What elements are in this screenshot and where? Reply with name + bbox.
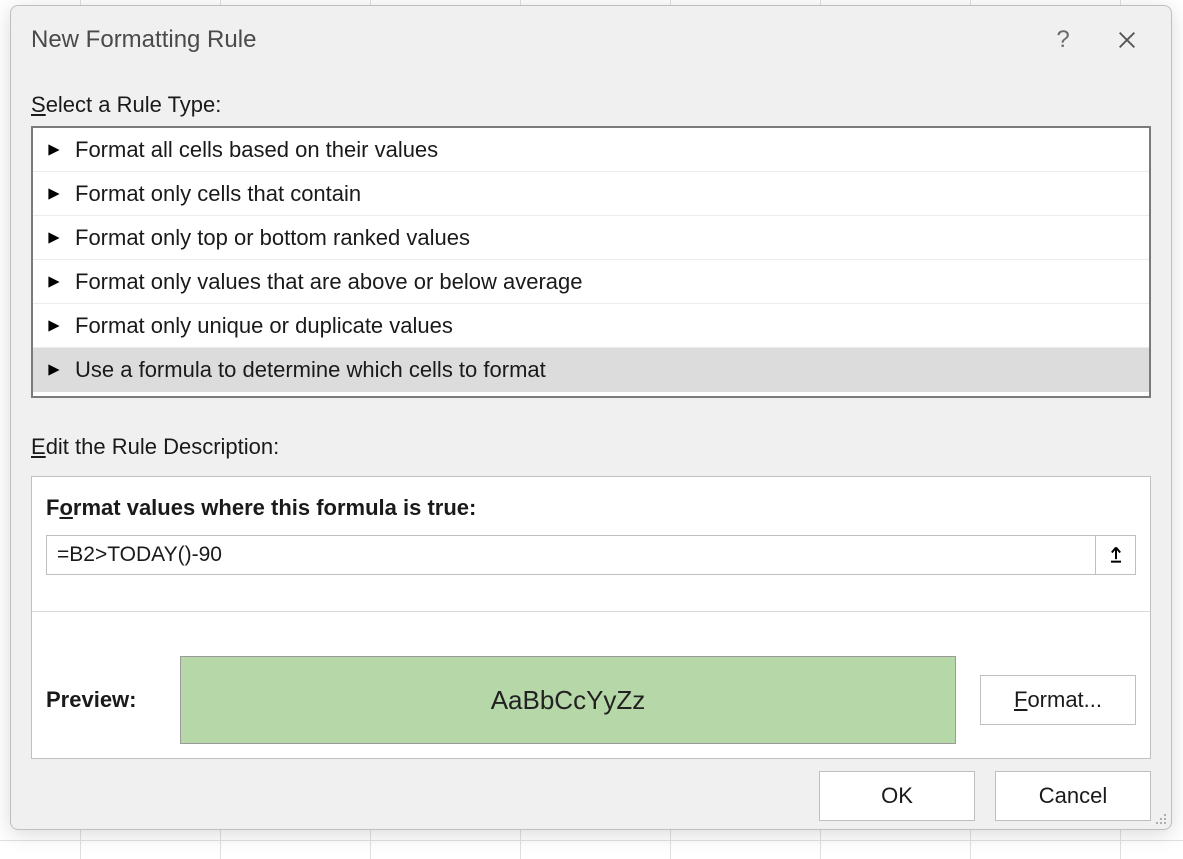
rule-description-box: Format values where this formula is true… — [31, 476, 1151, 759]
resize-grip[interactable] — [1153, 811, 1167, 825]
triangle-right-icon — [45, 363, 63, 377]
rule-type-list[interactable]: Format all cells based on their values F… — [31, 126, 1151, 398]
close-button[interactable] — [1103, 20, 1151, 60]
formula-input[interactable] — [47, 536, 1095, 574]
rule-type-label: Format only cells that contain — [75, 181, 361, 207]
resize-grip-icon — [1153, 811, 1167, 825]
preview-sample: AaBbCcYyZz — [180, 656, 956, 744]
rule-type-label: Format only unique or duplicate values — [75, 313, 453, 339]
divider — [32, 611, 1150, 612]
rule-type-item[interactable]: Format only unique or duplicate values — [33, 304, 1149, 348]
preview-label: Preview: — [46, 687, 156, 713]
format-button[interactable]: Format... — [980, 675, 1136, 725]
dialog-titlebar: New Formatting Rule ? — [11, 6, 1171, 70]
triangle-right-icon — [45, 143, 63, 157]
cancel-button[interactable]: Cancel — [995, 771, 1151, 821]
edit-rule-description-label: Edit the Rule Description: — [31, 434, 1151, 460]
rule-type-item[interactable]: Format all cells based on their values — [33, 128, 1149, 172]
rule-type-item[interactable]: Format only cells that contain — [33, 172, 1149, 216]
select-rule-type-label: Select a Rule Type: — [31, 92, 1151, 118]
new-formatting-rule-dialog: New Formatting Rule ? Select a Rule Type… — [10, 5, 1172, 830]
formula-label: Format values where this formula is true… — [46, 495, 1136, 521]
ok-button[interactable]: OK — [819, 771, 975, 821]
dialog-body: Select a Rule Type: Format all cells bas… — [11, 70, 1171, 839]
close-icon — [1116, 29, 1138, 51]
preview-row: Preview: AaBbCcYyZz Format... — [46, 656, 1136, 744]
triangle-right-icon — [45, 319, 63, 333]
formula-input-row — [46, 535, 1136, 575]
rule-type-label: Format only top or bottom ranked values — [75, 225, 470, 251]
triangle-right-icon — [45, 231, 63, 245]
triangle-right-icon — [45, 275, 63, 289]
preview-sample-text: AaBbCcYyZz — [491, 685, 646, 716]
collapse-dialog-icon — [1107, 545, 1125, 565]
rule-type-label: Use a formula to determine which cells t… — [75, 357, 546, 383]
dialog-button-row: OK Cancel — [31, 771, 1151, 821]
rule-type-item[interactable]: Format only values that are above or bel… — [33, 260, 1149, 304]
dialog-title: New Formatting Rule — [31, 26, 1043, 54]
rule-type-item[interactable]: Format only top or bottom ranked values — [33, 216, 1149, 260]
range-picker-button[interactable] — [1095, 536, 1135, 574]
rule-type-label: Format only values that are above or bel… — [75, 269, 583, 295]
help-button[interactable]: ? — [1043, 22, 1083, 58]
rule-type-label: Format all cells based on their values — [75, 137, 438, 163]
rule-type-item[interactable]: Use a formula to determine which cells t… — [33, 348, 1149, 392]
triangle-right-icon — [45, 187, 63, 201]
